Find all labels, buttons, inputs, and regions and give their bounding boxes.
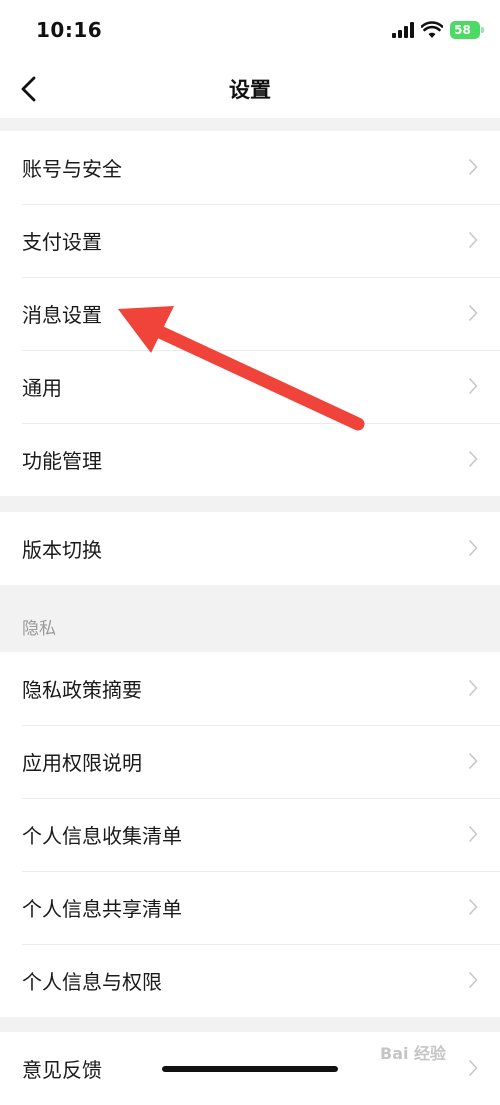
menu-item-label: 通用 bbox=[22, 376, 62, 400]
menu-item-label: 版本切换 bbox=[22, 538, 102, 562]
cellular-signal-icon bbox=[392, 22, 416, 38]
chevron-right-icon bbox=[468, 231, 478, 249]
settings-group-privacy: 隐私政策摘要 应用权限说明 个人信息收集清单 个人信息共享清单 个人信息与权限 bbox=[0, 652, 500, 1017]
home-indicator bbox=[162, 1066, 338, 1072]
menu-item-label: 个人信息与权限 bbox=[22, 970, 162, 994]
menu-item-personal-info-permissions[interactable]: 个人信息与权限 bbox=[0, 944, 500, 1017]
wifi-icon bbox=[421, 21, 443, 38]
menu-item-feature-management[interactable]: 功能管理 bbox=[0, 423, 500, 496]
nav-bar: 设置 bbox=[0, 60, 500, 118]
menu-item-label: 应用权限说明 bbox=[22, 751, 142, 775]
chevron-right-icon bbox=[468, 539, 478, 557]
menu-item-version-switch[interactable]: 版本切换 bbox=[0, 512, 500, 585]
battery-icon: 58 bbox=[450, 21, 484, 39]
settings-group-main: 账号与安全 支付设置 消息设置 通用 功能管理 bbox=[0, 131, 500, 496]
menu-item-privacy-policy-summary[interactable]: 隐私政策摘要 bbox=[0, 652, 500, 725]
menu-item-account-security[interactable]: 账号与安全 bbox=[0, 131, 500, 204]
chevron-right-icon bbox=[468, 304, 478, 322]
menu-item-label: 个人信息共享清单 bbox=[22, 897, 182, 921]
menu-item-label: 支付设置 bbox=[22, 230, 102, 254]
chevron-right-icon bbox=[468, 1059, 478, 1077]
chevron-right-icon bbox=[468, 971, 478, 989]
menu-item-personal-info-collection[interactable]: 个人信息收集清单 bbox=[0, 798, 500, 871]
menu-item-payment-settings[interactable]: 支付设置 bbox=[0, 204, 500, 277]
chevron-right-icon bbox=[468, 752, 478, 770]
chevron-right-icon bbox=[468, 158, 478, 176]
menu-item-label: 功能管理 bbox=[22, 449, 102, 473]
menu-item-personal-info-sharing[interactable]: 个人信息共享清单 bbox=[0, 871, 500, 944]
chevron-right-icon bbox=[468, 679, 478, 697]
settings-group-version: 版本切换 bbox=[0, 512, 500, 585]
menu-item-label: 账号与安全 bbox=[22, 157, 122, 181]
menu-item-label: 个人信息收集清单 bbox=[22, 824, 182, 848]
watermark: Bai 经验 bbox=[380, 1044, 447, 1063]
chevron-right-icon bbox=[468, 825, 478, 843]
status-time: 10:16 bbox=[36, 18, 103, 42]
menu-item-message-settings[interactable]: 消息设置 bbox=[0, 277, 500, 350]
chevron-right-icon bbox=[468, 898, 478, 916]
section-header-privacy: 隐私 bbox=[22, 619, 56, 639]
menu-item-label: 消息设置 bbox=[22, 303, 102, 327]
page-title: 设置 bbox=[229, 78, 271, 102]
menu-item-app-permissions[interactable]: 应用权限说明 bbox=[0, 725, 500, 798]
chevron-right-icon bbox=[468, 450, 478, 468]
menu-item-label: 隐私政策摘要 bbox=[22, 678, 142, 702]
menu-item-general[interactable]: 通用 bbox=[0, 350, 500, 423]
battery-level: 58 bbox=[454, 23, 471, 37]
chevron-right-icon bbox=[468, 377, 478, 395]
status-bar: 10:16 58 bbox=[0, 0, 500, 60]
menu-item-label: 意见反馈 bbox=[22, 1058, 102, 1082]
